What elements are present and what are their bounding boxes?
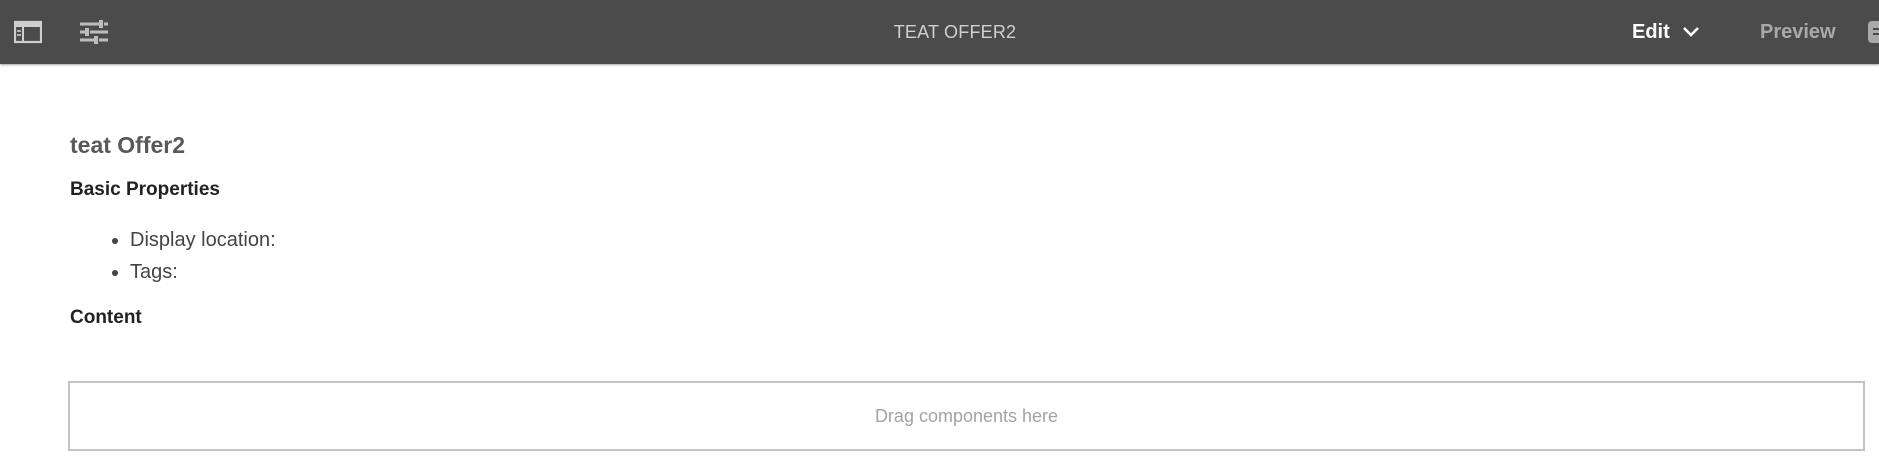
offer-heading: teat Offer2 — [70, 132, 186, 158]
properties-list: Display location: Tags: — [70, 224, 276, 288]
edit-mode-label: Edit — [1632, 20, 1670, 43]
chevron-down-icon — [1682, 27, 1699, 37]
component-dropzone[interactable]: Drag components here — [68, 381, 1865, 451]
edit-mode-button[interactable]: Edit — [1632, 0, 1700, 64]
page-title: TEAT OFFER2 — [893, 22, 1017, 42]
preview-mode-button[interactable]: Preview — [1760, 0, 1836, 64]
offer-content: teat Offer2 Basic Properties Display loc… — [70, 130, 276, 328]
content-title: Content — [70, 307, 142, 328]
list-item-tags: Tags: — [130, 256, 276, 288]
list-item-display-location: Display location: — [130, 224, 276, 256]
basic-properties-title: Basic Properties — [70, 179, 220, 200]
page-info-icon[interactable] — [1868, 21, 1879, 43]
editor-toolbar: TEAT OFFER2 Edit Preview — [0, 0, 1879, 64]
dropzone-placeholder: Drag components here — [874, 405, 1059, 426]
